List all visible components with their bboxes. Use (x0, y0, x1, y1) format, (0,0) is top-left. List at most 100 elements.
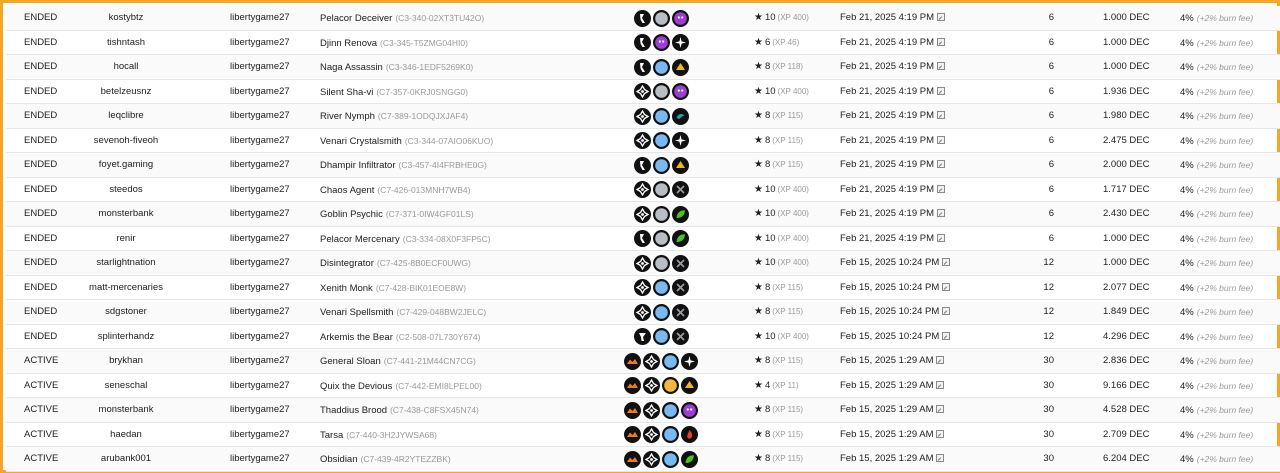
card-name-link[interactable]: Djinn Renova (320, 38, 377, 49)
owner-link[interactable]: libertygame27 (230, 104, 330, 128)
card-name-link[interactable]: Goblin Psychic (320, 209, 383, 220)
card-name-link[interactable]: General Sloan (320, 356, 381, 367)
card-name-link[interactable]: Quix the Devious (320, 381, 392, 392)
external-link-icon[interactable] (936, 429, 945, 438)
card-name-link[interactable]: Chaos Agent (320, 185, 374, 196)
renter-link[interactable]: sdgstoner (66, 300, 186, 324)
card-name-link[interactable]: Tarsa (320, 430, 343, 441)
level-value: 8 (764, 404, 771, 415)
external-link-icon[interactable] (937, 13, 946, 21)
card-name-link[interactable]: Xenith Monk (320, 283, 373, 294)
renter-link[interactable]: leqclibre (66, 104, 186, 128)
owner-link[interactable]: libertygame27 (230, 423, 330, 447)
external-link-icon[interactable] (942, 258, 951, 266)
owner-link[interactable]: libertygame27 (230, 325, 330, 349)
card-name-link[interactable]: Venari Crystalsmith (320, 136, 402, 147)
external-link-icon[interactable] (942, 307, 951, 315)
market-fee: 4% (+2% burn fee) (1180, 6, 1280, 30)
owner-link[interactable]: libertygame27 (230, 300, 330, 324)
renter-link[interactable]: matt-mercenaries (66, 276, 186, 300)
card-name-link[interactable]: Silent Sha-vi (320, 87, 373, 98)
card-details-icons (606, 276, 716, 300)
renter-link[interactable]: foyet.gaming (66, 153, 186, 177)
external-link-icon[interactable] (936, 454, 945, 462)
renter-link[interactable]: tishntash (66, 31, 186, 55)
owner-link[interactable]: libertygame27 (230, 55, 330, 79)
renter-link[interactable]: arubank001 (66, 447, 186, 471)
rental-price: 9.166 DEC (1103, 379, 1150, 391)
owner-link[interactable]: libertygame27 (230, 374, 330, 398)
card-details-icons (606, 178, 716, 202)
owner-link[interactable]: libertygame27 (230, 6, 330, 30)
card-name-link[interactable]: Disintegrator (320, 258, 374, 269)
renter-link[interactable]: starlightnation (66, 251, 186, 275)
card-name-link[interactable]: Obsidian (320, 454, 358, 465)
card-name-link[interactable]: Thaddius Brood (320, 405, 387, 416)
renter-link[interactable]: betelzeusnz (66, 80, 186, 104)
renter-link[interactable]: renir (66, 227, 186, 251)
card-name-link[interactable]: Arkemis the Bear (320, 332, 393, 343)
owner-link[interactable]: libertygame27 (230, 80, 330, 104)
renter-link[interactable]: splinterhandz (66, 325, 186, 349)
renter-link[interactable]: hocall (66, 55, 186, 79)
card-name-link[interactable]: Pelacor Deceiver (320, 13, 392, 24)
renter-link[interactable]: kostybtz (66, 6, 186, 30)
renter-link[interactable]: haedan (66, 423, 186, 447)
star-icon: ★ (754, 453, 763, 464)
star-icon: ★ (754, 355, 763, 366)
owner-link[interactable]: libertygame27 (230, 227, 330, 251)
renter-link[interactable]: steedos (66, 178, 186, 202)
card-name-link[interactable]: Dhampir Infiltrator (320, 160, 396, 171)
table-row: ENDED splinterhandz libertygame27 Arkemi… (6, 325, 1280, 349)
fee-value: 4% (1180, 62, 1194, 73)
card-name-link[interactable]: Venari Spellsmith (320, 307, 393, 318)
fee-value: 4% (1180, 160, 1194, 171)
rental-price: 2.709 DEC (1103, 428, 1150, 440)
owner-link[interactable]: libertygame27 (230, 129, 330, 153)
star-icon: ★ (754, 110, 763, 121)
owner-link[interactable]: libertygame27 (230, 276, 330, 300)
external-link-icon[interactable] (936, 405, 945, 413)
card-name-link[interactable]: Pelacor Mercenary (320, 234, 400, 245)
external-link-icon[interactable] (937, 86, 946, 95)
fee-value: 4% (1180, 307, 1194, 318)
external-link-icon[interactable] (937, 160, 946, 168)
renter-link[interactable]: sevenoh-fiveoh (66, 129, 186, 153)
splinter-death-icon (633, 34, 651, 51)
card-details-icons (606, 104, 716, 128)
external-link-icon[interactable] (942, 331, 951, 340)
external-link-icon[interactable] (937, 62, 946, 70)
external-link-icon[interactable] (937, 209, 946, 217)
owner-link[interactable]: libertygame27 (230, 31, 330, 55)
owner-link[interactable]: libertygame27 (230, 153, 330, 177)
owner-link[interactable]: libertygame27 (230, 447, 330, 471)
renter-link[interactable]: monsterbank (66, 398, 186, 422)
rental-date: Feb 15, 2025 1:29 AM (840, 398, 990, 422)
external-link-icon[interactable] (937, 37, 946, 46)
external-link-icon[interactable] (937, 233, 946, 242)
card-details-icons (606, 398, 716, 422)
burn-fee-note: (+2% burn fee) (1196, 233, 1254, 244)
owner-link[interactable]: libertygame27 (230, 398, 330, 422)
element-blue-icon (662, 401, 679, 419)
external-link-icon[interactable] (937, 184, 946, 193)
external-link-icon[interactable] (937, 135, 946, 144)
renter-link[interactable]: monsterbank (66, 202, 186, 226)
owner-link[interactable]: libertygame27 (230, 202, 330, 226)
external-link-icon[interactable] (937, 111, 946, 119)
level-value: 6 (764, 36, 771, 48)
date-text: Feb 15, 2025 10:24 PM (840, 306, 940, 317)
owner-link[interactable]: libertygame27 (230, 178, 330, 202)
card-name-link[interactable]: Naga Assassin (320, 62, 383, 73)
renter-link[interactable]: seneschal (66, 374, 186, 398)
external-link-icon[interactable] (936, 356, 945, 364)
renter-link[interactable]: brykhan (66, 349, 186, 373)
rental-price: 2.836 DEC (1103, 355, 1150, 366)
splinter-dragon-icon (643, 352, 660, 370)
card-name-link[interactable]: River Nymph (320, 111, 375, 122)
external-link-icon[interactable] (936, 380, 945, 389)
owner-link[interactable]: libertygame27 (230, 349, 330, 373)
rental-price: 2.077 DEC (1103, 281, 1150, 293)
external-link-icon[interactable] (942, 282, 951, 291)
owner-link[interactable]: libertygame27 (230, 251, 330, 275)
